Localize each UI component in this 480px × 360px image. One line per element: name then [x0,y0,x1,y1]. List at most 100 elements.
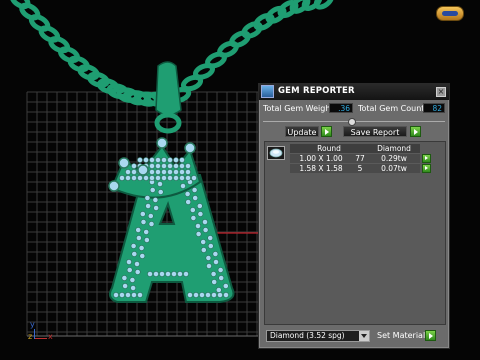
gem-stone [200,239,207,245]
total-gem-count-label: Total Gem Count [358,104,425,113]
gem-stone [206,263,212,269]
material-select[interactable]: Diamond (3.52 spg) [266,330,370,342]
gem-stone [113,292,119,298]
gem-stone [135,227,142,233]
row-weight: 0.29tw [381,154,407,163]
gem-stone [161,163,167,169]
gem-stone [179,169,185,175]
gem-stone [125,292,131,298]
gem-stone [137,175,143,181]
set-material-button[interactable] [425,330,436,341]
chevron-down-icon[interactable] [359,331,369,341]
gem-stone [130,285,136,291]
column-header-round: Round [317,144,341,153]
gem-stone [222,283,229,289]
gem-stone [148,221,155,227]
gem-stone [167,157,173,163]
gem-stone [126,259,132,265]
row-size: 1.00 X 1.00 [299,154,343,163]
axis-indicator: y z x [27,320,67,350]
row-go-icon[interactable] [422,154,431,163]
save-report-go-icon[interactable] [410,126,421,137]
gem-stone [149,169,155,175]
panel-slider-handle[interactable] [348,118,356,126]
gem-stone [161,157,167,163]
gem-stone [183,271,189,277]
gem-stone [191,187,198,193]
gem-stone [184,191,191,197]
gem-stone [185,199,192,205]
gem-stone [197,211,204,217]
gem-stone [185,175,191,181]
gem-stone [131,251,138,257]
close-icon[interactable]: × [436,87,446,97]
logo-badge-icon [436,6,464,21]
panel-titlebar[interactable]: GEM REPORTER × [259,84,449,100]
gem-stone [185,163,191,169]
total-gem-weight-value: .36 [329,103,353,113]
gem-stone [153,271,159,277]
gem-stone [157,189,164,195]
gem-stone [131,175,137,181]
gem-stone [177,271,183,277]
gem-stone [179,163,185,169]
gem-stone [223,292,229,298]
gem-stone [143,229,150,235]
gem-stone [211,279,218,285]
axis-y-label: y [30,320,35,329]
gem-stone [130,243,137,249]
gem-stone [212,251,219,257]
gem-stone [217,292,223,298]
gem-stone [211,292,217,298]
gem-stone [153,205,159,211]
gem-stone [138,245,145,251]
gem-stone [131,292,137,298]
gem-stone [167,169,173,175]
chain-link [313,0,335,10]
gem-stone [173,163,179,169]
gem-stone [131,163,137,169]
gem-stone [137,157,143,163]
gem-stone [215,287,222,293]
gem-stone [207,243,214,249]
update-button[interactable]: Update [285,126,319,137]
gem-stone [122,283,128,289]
gem-stone [155,157,161,163]
gem-stone [173,175,179,181]
gem-stone [205,292,211,298]
gem-stone [137,292,143,298]
gem-stone [202,219,208,225]
gem-stone [218,275,225,281]
axis-x-label: x [48,332,53,341]
gem-stone [126,267,133,273]
gem-stone [143,175,149,181]
gem-stone [161,175,167,181]
gem-stone [192,195,199,201]
gem-stone [217,267,224,273]
column-header-diamond: Diamond [377,144,411,153]
gem-stone [134,261,140,267]
gem-stone [173,157,179,163]
gem-stone [202,227,209,233]
round-gem-icon[interactable] [267,146,285,160]
gem-stone [187,292,193,298]
gem-stone [159,271,165,277]
gem-stone [119,292,125,298]
material-select-value: Diamond (3.52 spg) [270,331,345,340]
gem-stone [207,235,214,241]
gem-stone [171,271,177,277]
gem-stone [205,255,212,261]
update-go-icon[interactable] [321,126,332,137]
gem-stone [196,203,203,209]
row-count: 5 [357,164,363,173]
gem-reporter-panel: GEM REPORTER × Total Gem Weight .36 Tota… [258,83,450,349]
gem-stone [139,253,146,259]
gem-stone [210,271,217,277]
save-report-button[interactable]: Save Report [343,126,407,137]
gem-stone [149,175,155,181]
gem-stone [191,175,197,181]
gem-stone [119,175,125,181]
gem-stone [161,169,167,175]
gem-stone [147,271,153,277]
row-go-icon[interactable] [422,164,431,173]
